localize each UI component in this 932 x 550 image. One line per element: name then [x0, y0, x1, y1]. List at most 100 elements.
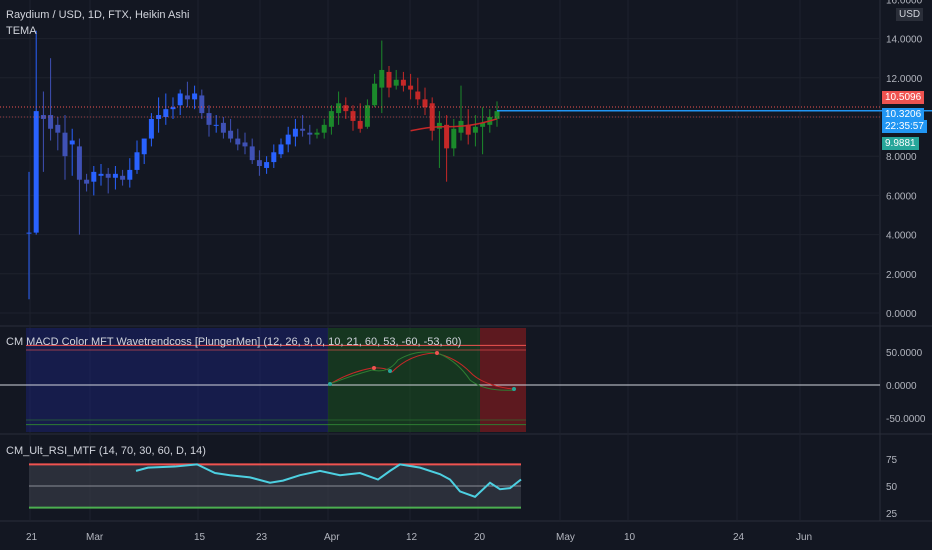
macd-zone-red [480, 328, 526, 432]
candle-body [256, 160, 262, 166]
candle-body [336, 103, 342, 114]
candle-body [242, 142, 248, 147]
candle-body [264, 162, 270, 168]
cross-dot [512, 387, 516, 391]
candle-body [192, 93, 198, 100]
macd-tick-label: -50.0000 [886, 414, 926, 425]
macd-title: CM MACD Color MFT Wavetrendcoss [Plunger… [6, 336, 462, 348]
cross-dot [372, 366, 376, 370]
candle-body [84, 179, 90, 184]
macd-tick-label: 50.0000 [886, 348, 923, 359]
candles-group [26, 30, 500, 300]
rsi-title: CM_Ult_RSI_MTF (14, 70, 30, 60, D, 14) [6, 445, 206, 457]
candle-body [400, 79, 406, 86]
candle-body [408, 85, 414, 90]
candle-body [472, 126, 478, 133]
time-tick-label: Jun [796, 532, 812, 543]
main-title: Raydium / USD, 1D, FTX, Heikin Ashi [6, 9, 190, 21]
candle-body [184, 95, 190, 100]
candle-body [69, 140, 75, 145]
candle-body [62, 132, 68, 157]
candle-body [98, 173, 104, 176]
candle-body [494, 111, 500, 119]
candle-body [393, 79, 399, 86]
price-tick-label: 6.0000 [886, 191, 917, 202]
cross-dot [388, 369, 392, 373]
candle-body [285, 134, 291, 145]
candle-body [328, 111, 334, 127]
lower-price-badge: 9.9881 [882, 137, 919, 150]
time-tick-label: Apr [324, 532, 340, 543]
rsi-tick-label: 25 [886, 509, 898, 520]
price-tick-label: 4.0000 [886, 231, 917, 242]
candle-body [292, 128, 298, 137]
candle-body [249, 146, 255, 161]
candle-body [357, 120, 363, 129]
candle-body [271, 152, 277, 163]
candle-body [228, 130, 234, 139]
candle-body [307, 132, 313, 135]
price-tick-label: 2.0000 [886, 270, 917, 281]
currency-label: USD [896, 8, 924, 21]
price-tick-label: 0.0000 [886, 309, 917, 320]
candle-body [127, 169, 133, 180]
time-tick-label: 15 [194, 532, 206, 543]
candle-body [120, 175, 126, 180]
candle-body [76, 146, 82, 180]
time-tick-label: 12 [406, 532, 418, 543]
time-tick-label: 23 [256, 532, 268, 543]
candle-body [141, 138, 147, 155]
price-tick-label: 16.0000 [886, 0, 923, 6]
candle-body [220, 122, 226, 133]
candle-body [91, 171, 97, 182]
rsi-tick-label: 50 [886, 482, 898, 493]
candle-body [112, 173, 118, 178]
cross-dot [435, 351, 439, 355]
candle-body [321, 124, 327, 133]
rsi-tick-label: 75 [886, 455, 898, 466]
time-axis[interactable]: 21 Mar 15 23 Apr 12 20 May 10 24 Jun [26, 532, 812, 543]
cross-dot [328, 382, 332, 386]
price-axis[interactable]: 16.0000 14.0000 12.0000 8.0000 6.0000 4.0000 2… [886, 0, 926, 520]
time-tick-label: 21 [26, 532, 38, 543]
candle-body [148, 118, 154, 139]
time-tick-label: 24 [733, 532, 745, 543]
time-tick-label: 20 [474, 532, 486, 543]
candle-body [436, 122, 442, 129]
candle-body [105, 173, 111, 178]
macd-tick-label: 0.0000 [886, 381, 917, 392]
time-tick-label: May [556, 532, 575, 543]
candle-body [55, 124, 61, 133]
candle-body [33, 111, 39, 233]
candle-body [350, 111, 356, 121]
candle-body [364, 105, 370, 127]
price-tick-label: 8.0000 [886, 152, 917, 163]
time-tick-label: 10 [624, 532, 636, 543]
candle-body [26, 232, 32, 234]
tema-label: TEMA [6, 25, 37, 37]
candle-body [213, 124, 219, 126]
candle-body [278, 144, 284, 155]
candle-body [451, 128, 457, 149]
time-tick-label: Mar [86, 532, 104, 543]
candle-body [177, 93, 183, 106]
candle-body [314, 132, 320, 135]
candle-body [199, 95, 205, 114]
candle-body [235, 138, 241, 145]
upper-price-badge: 10.5096 [882, 91, 925, 104]
candle-body [163, 109, 169, 117]
candle-body [379, 69, 385, 88]
candle-body [386, 71, 392, 88]
candle-body [372, 83, 378, 106]
candle-body [444, 124, 450, 149]
chart-canvas[interactable]: 16.0000 14.0000 12.0000 8.0000 6.0000 4.0000 2… [0, 0, 932, 550]
countdown-badge: 22:35:57 [882, 120, 927, 133]
candle-body [300, 128, 306, 131]
price-tick-label: 14.0000 [886, 35, 923, 46]
candle-body [422, 99, 428, 108]
price-tick-label: 12.0000 [886, 74, 923, 85]
candle-body [206, 113, 212, 125]
candle-body [134, 152, 140, 170]
candle-body [343, 105, 349, 112]
candle-body [415, 91, 421, 100]
